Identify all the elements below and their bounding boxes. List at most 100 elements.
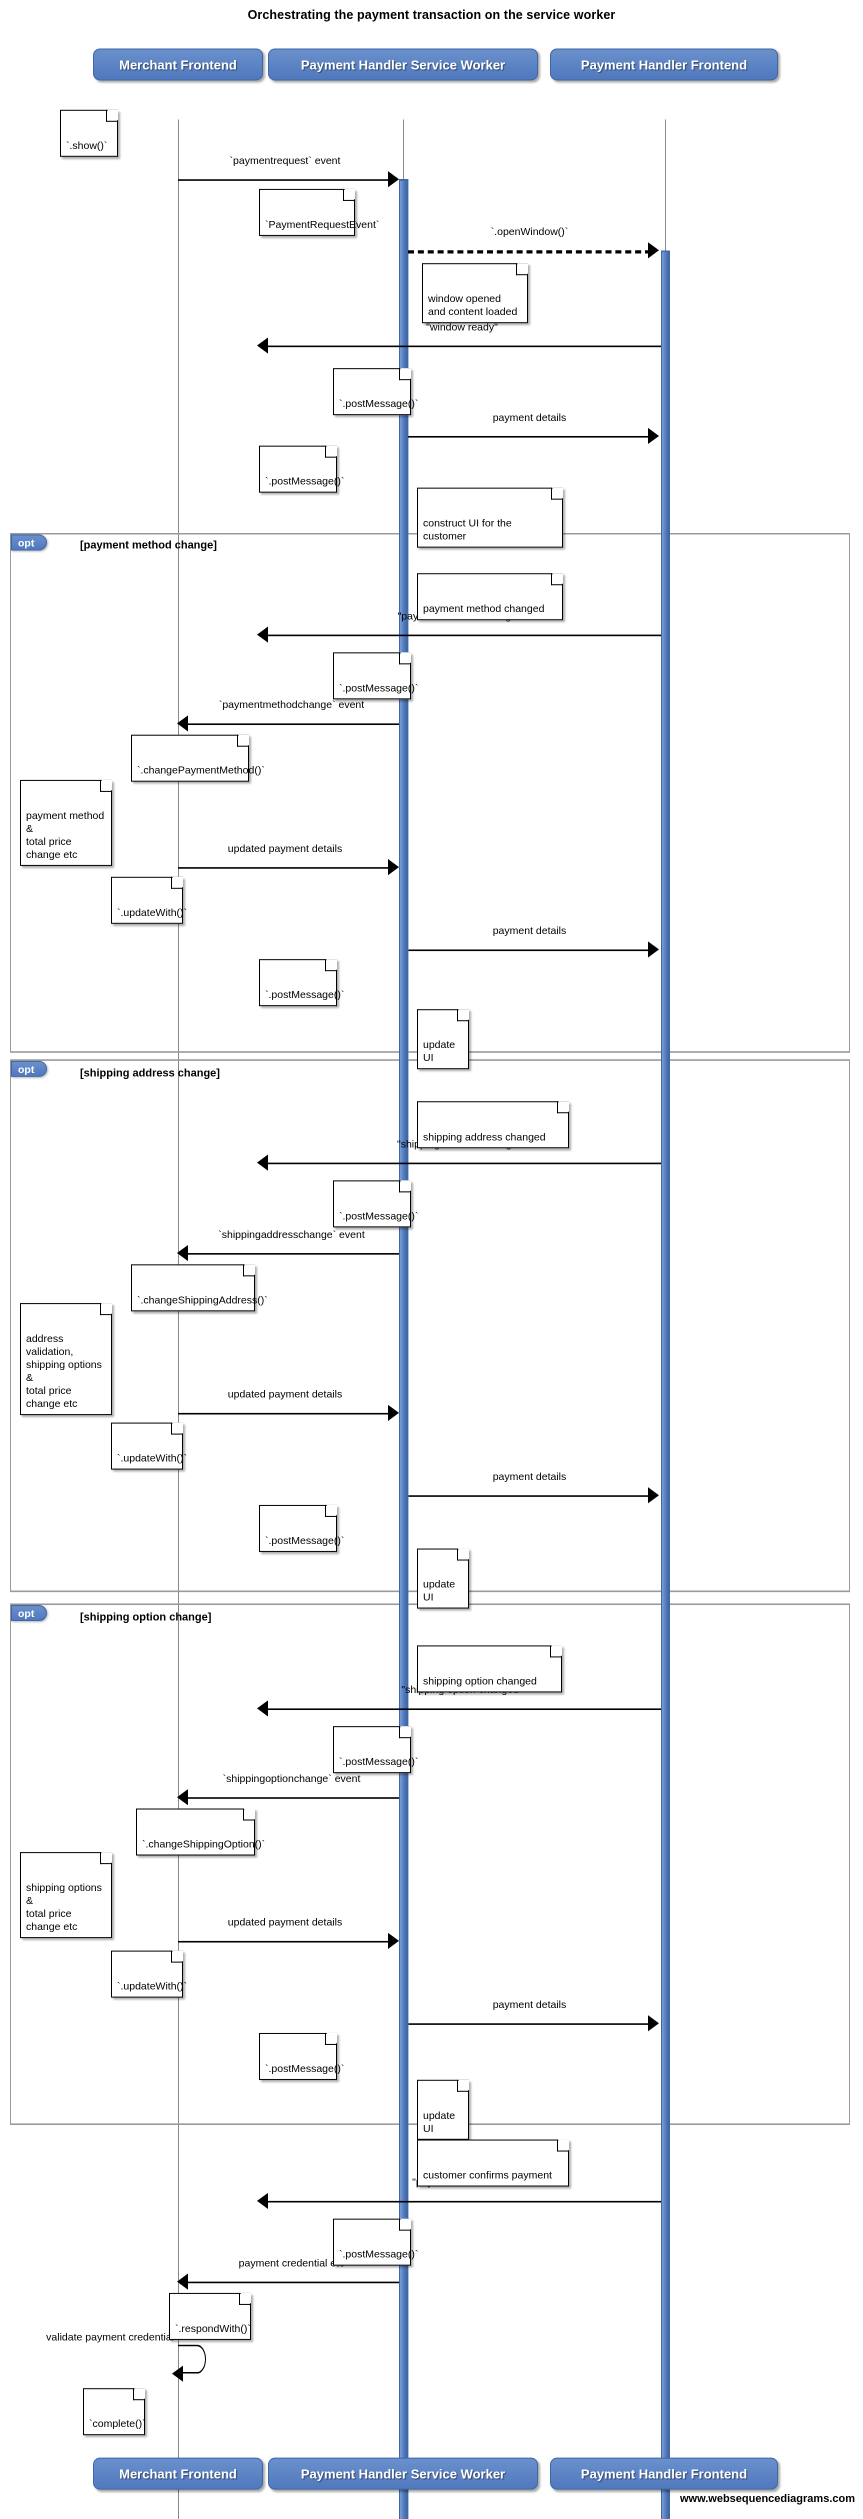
note-postmessage-6: `.postMessage()`: [259, 1504, 344, 1552]
note-postmessage-4: `.postMessage()`: [259, 959, 344, 1007]
fragment-condition-opt-1: [payment method change]: [80, 539, 217, 552]
message-line-updated-payment-details-2: [178, 1412, 392, 1415]
note-text: `complete()`: [89, 2418, 146, 2431]
note-update-ui-3: update UI: [417, 2079, 469, 2140]
note-text: `.changePaymentMethod()`: [137, 764, 265, 777]
message-line-shippingoptionchange: [184, 1797, 399, 1799]
note-text: shipping option changed: [423, 1675, 537, 1688]
note-text: `.respondWith()`: [175, 2322, 251, 2335]
arrowhead-payment-details-3: [648, 1487, 659, 1504]
note-fold-icon: [133, 2388, 145, 2401]
message-line-shippingaddresschange: [184, 1253, 399, 1255]
note-fold-icon: [399, 2218, 411, 2231]
note-text: `.changeShippingOption()`: [142, 1838, 266, 1851]
message-label-updated-payment-details-3: updated payment details: [227, 1916, 343, 1929]
note-postmessage-2: `.postMessage()`: [259, 445, 344, 493]
message-label-payment-details-3: payment details: [492, 1471, 567, 1484]
message-line-updated-payment-details-3: [178, 1940, 392, 1943]
note-update-with-3: `.updateWith()`: [111, 1950, 187, 1998]
arrowhead-openwindow: [648, 242, 659, 259]
sequence-diagram-canvas: Orchestrating the payment transaction on…: [0, 0, 863, 2519]
fragment-condition-opt-2: [shipping address change]: [80, 1067, 220, 1080]
note-customer-confirms-payment: customer confirms payment: [417, 2139, 569, 2187]
note-fold-icon: [399, 1180, 411, 1193]
note-text: `.postMessage()`: [339, 2248, 419, 2261]
arrowhead-updated-payment-details-1: [388, 859, 399, 876]
message-line-payment-credential: [184, 2281, 399, 2284]
note-payment-method-changed: payment method changed: [417, 573, 563, 621]
message-line-payment-method-changed: [263, 634, 661, 637]
arrowhead-shipping-address-changed: [257, 1154, 268, 1171]
message-line-window-ready: [263, 345, 661, 348]
note-fold-icon: [243, 1808, 255, 1821]
actor-payment-handler-frontend-top[interactable]: Payment Handler Frontend: [550, 48, 778, 81]
arrowhead-validate-credential: [172, 2365, 183, 2382]
activation-payment-handler-frontend: [661, 250, 670, 2519]
arrowhead-shippingaddresschange: [177, 1244, 188, 1262]
note-text: `.updateWith()`: [117, 1980, 188, 1993]
note-text: address validation, shipping options & t…: [26, 1333, 102, 1411]
note-address-validation: address validation, shipping options & t…: [20, 1303, 112, 1416]
note-fold-icon: [171, 1422, 183, 1435]
note-text: `.updateWith()`: [117, 906, 188, 919]
actor-service-worker-bottom[interactable]: Payment Handler Service Worker: [268, 2457, 538, 2490]
note-fold-icon: [325, 2032, 337, 2045]
note-shipping-options-total-price: shipping options & total price change et…: [20, 1852, 112, 1939]
message-label-shippingoptionchange: `shippingoptionchange` event: [222, 1772, 361, 1785]
fragment-tab-opt-2: opt: [11, 1060, 48, 1077]
message-line-payment-details-1: [408, 435, 651, 438]
note-change-shipping-address: `.changeShippingAddress()`: [131, 1264, 268, 1312]
actor-label: Payment Handler Frontend: [580, 57, 748, 73]
note-text: `.postMessage()`: [265, 475, 345, 488]
note-construct-ui: construct UI for the customer: [417, 487, 563, 548]
message-label-updated-payment-details-1: updated payment details: [227, 842, 343, 855]
note-shipping-address-changed: shipping address changed: [417, 1101, 569, 1149]
message-label-paymentmethodchange: `paymentmethodchange` event: [218, 699, 365, 712]
note-fold-icon: [551, 573, 563, 586]
note-text: payment method & total price change etc: [26, 809, 105, 861]
arrowhead-shipping-option-changed: [257, 1700, 268, 1717]
note-payment-method-total-price: payment method & total price change etc: [20, 779, 112, 866]
note-fold-icon: [550, 1645, 562, 1658]
actor-label: Merchant Frontend: [119, 2466, 237, 2482]
actor-payment-handler-frontend-bottom[interactable]: Payment Handler Frontend: [550, 2457, 778, 2490]
message-label-payment-details-1: payment details: [492, 411, 567, 424]
arrowhead-payment-credential: [177, 2273, 188, 2290]
arrowhead-paymentmethodchange: [177, 715, 188, 732]
message-line-paymentmethodchange: [184, 723, 399, 726]
actor-service-worker-top[interactable]: Payment Handler Service Worker: [268, 48, 538, 81]
note-fold-icon: [557, 2139, 569, 2152]
arrowhead-paymentrequest: [388, 171, 399, 188]
note-postmessage-7: `.postMessage()`: [333, 1726, 418, 1774]
actor-label: Payment Handler Service Worker: [300, 2466, 506, 2482]
note-fold-icon: [325, 445, 337, 458]
note-update-ui-1: update UI: [417, 1009, 469, 1070]
actor-label: Merchant Frontend: [119, 57, 237, 73]
note-fold-icon: [243, 1264, 255, 1277]
note-text: `.changeShippingAddress()`: [137, 1294, 268, 1307]
message-line-updated-payment-details-1: [178, 867, 392, 869]
note-text: `.postMessage()`: [339, 1756, 419, 1769]
note-fold-icon: [171, 1950, 183, 1963]
actor-label: Payment Handler Frontend: [580, 2466, 748, 2482]
note-fold-icon: [100, 1303, 112, 1316]
message-line-payment-details-2: [408, 949, 651, 952]
note-update-with-1: `.updateWith()`: [111, 876, 187, 924]
note-text: `PaymentRequestEvent`: [265, 218, 380, 231]
note-postmessage-9: `.postMessage()`: [333, 2218, 418, 2266]
message-line-payment-details-4: [408, 2023, 651, 2025]
note-text: `.postMessage()`: [265, 989, 345, 1002]
message-line-payment-authorized: [263, 2200, 661, 2203]
note-text: `.postMessage()`: [265, 2062, 345, 2075]
note-text: update UI: [423, 1039, 456, 1065]
note-respond-with: `.respondWith()`: [169, 2292, 251, 2340]
actor-merchant-frontend-top[interactable]: Merchant Frontend: [93, 48, 263, 81]
note-change-shipping-option: `.changeShippingOption()`: [136, 1808, 265, 1856]
actor-merchant-frontend-bottom[interactable]: Merchant Frontend: [93, 2457, 263, 2490]
page-title: Orchestrating the payment transaction on…: [247, 8, 616, 23]
footer-credit: www.websequencediagrams.com: [679, 2493, 855, 2506]
note-text: `.postMessage()`: [339, 1210, 419, 1223]
note-fold-icon: [457, 1009, 469, 1022]
note-fold-icon: [239, 2292, 251, 2305]
note-fold-icon: [399, 1726, 411, 1739]
